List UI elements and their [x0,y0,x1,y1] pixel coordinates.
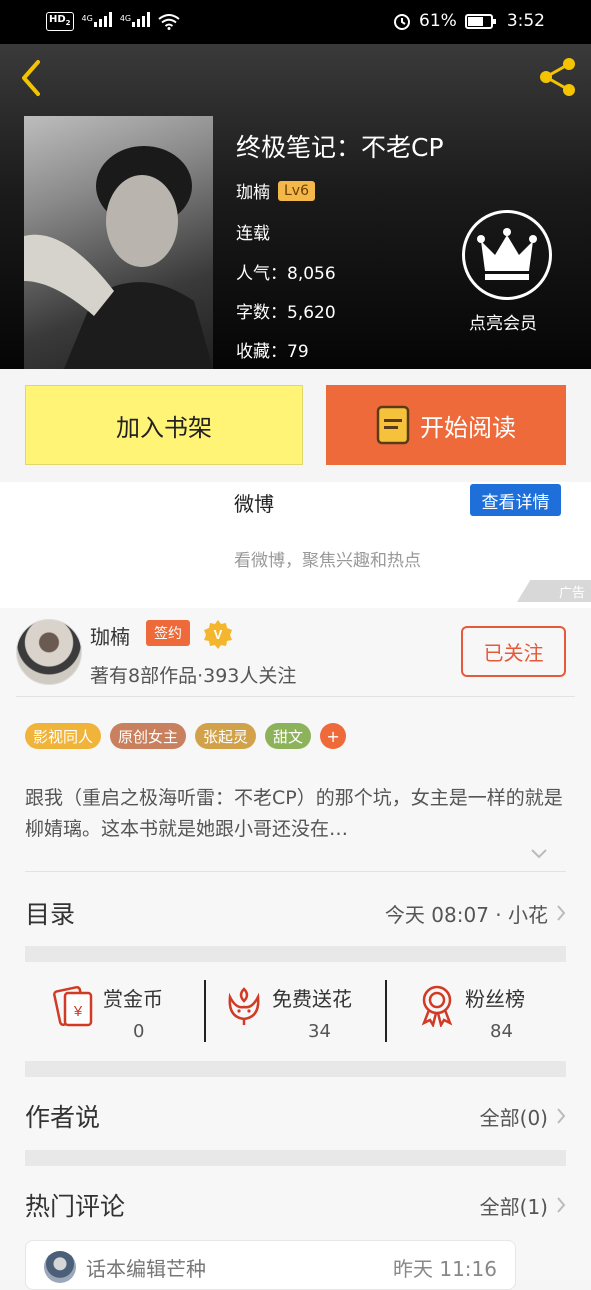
cover-portrait-image [24,146,213,369]
gift-value: 34 [308,1021,331,1042]
popularity-stat: 人气：8,056 [236,264,336,284]
start-reading-label: 开始阅读 [420,413,516,442]
author-avatar[interactable] [16,619,82,685]
battery-icon [464,13,496,29]
tag-item[interactable]: 张起灵 [195,723,257,749]
back-arrow-icon[interactable] [16,58,46,98]
signed-badge: 签约 [146,620,190,646]
gift-name: 赏金币 [103,987,163,1011]
synopsis-text: 跟我（重启之极海听雷：不老CP）的那个坑，女主是一样的就是柳婧璃。这本书就是她跟… [25,787,563,840]
hot-comments-count: 全部(1) [479,1195,548,1219]
vip-crown-button[interactable] [462,210,552,300]
ad-description: 看微博，聚焦兴趣和热点 [234,551,421,571]
svg-text:V: V [214,627,223,642]
favorites-stat: 收藏：79 [236,342,309,362]
catalog-row[interactable]: 目录 今天 08:07 · 小花 [25,883,566,939]
book-title: 终极笔记：不老CP [236,133,444,162]
more-tags-button[interactable]: + [320,723,347,749]
crown-icon [477,228,537,280]
word-count-stat: 字数：5,620 [236,303,336,323]
ad-tag: 广告 [517,580,591,602]
gift-name: 免费送花 [272,987,352,1011]
wifi-icon [158,13,180,30]
tag-item[interactable]: 甜文 [265,723,312,749]
divider [16,696,575,697]
send-flower-button[interactable]: 免费送花 34 [206,963,386,1063]
followed-button[interactable]: 已关注 [461,626,566,677]
gift-row: ¥ 赏金币 0 免费送花 34 粉丝榜 84 [25,963,566,1063]
author-says-row[interactable]: 作者说 全部(0) [25,1086,566,1142]
divider [25,871,566,872]
hot-comments-title: 热门评论 [25,1192,126,1221]
hot-comments-row[interactable]: 热门评论 全部(1) [25,1175,566,1231]
book-detail-body: 珈楠 签约 V 著有8部作品·393人关注 已关注 影视同人 原创女主 张起灵 … [0,608,591,1290]
gift-value: 0 [133,1021,145,1042]
book-icon [376,405,410,445]
expand-chevron-icon[interactable] [530,848,548,860]
section-separator [25,946,566,962]
red-envelope-icon: ¥ [53,985,93,1027]
share-icon[interactable] [537,56,579,98]
comment-card[interactable]: 话本编辑芒种 昨天 11:16 [25,1240,516,1290]
author-says-title: 作者说 [25,1103,101,1132]
tag-item[interactable]: 原创女主 [110,723,187,749]
status-bar: HD2 4G 4G 61% 3:52 [0,0,591,44]
ad-title: 微博 [234,492,274,516]
gift-value: 84 [490,1021,513,1042]
tag-item[interactable]: 影视同人 [25,723,102,749]
header-author-name: 珈楠 [236,183,270,203]
chevron-right-icon [557,1108,566,1124]
tag-list: 影视同人 原创女主 张起灵 甜文 + [25,723,347,749]
start-reading-button[interactable]: 开始阅读 [326,385,566,465]
gift-name: 粉丝榜 [465,987,525,1011]
author-name[interactable]: 珈楠 [90,621,130,650]
signal-icon-2: 4G [120,11,151,32]
add-to-shelf-button[interactable]: 加入书架 [25,385,303,465]
hd-icon: HD2 [46,12,74,31]
svg-text:¥: ¥ [73,1003,83,1020]
book-cover[interactable] [24,116,213,369]
commenter-avatar[interactable] [44,1251,76,1283]
commenter-name[interactable]: 话本编辑芒种 [86,1253,206,1282]
fan-ranking-button[interactable]: 粉丝榜 84 [387,963,566,1063]
weibo-ad-banner[interactable]: 微博 查看详情 看微博，聚焦兴趣和热点 广告 [0,482,591,608]
author-says-count: 全部(0) [479,1106,548,1130]
medal-icon [421,985,453,1027]
book-header: 终极笔记：不老CP 珈楠 Lv6 连载 人气：8,056 字数：5,620 收藏… [0,44,591,369]
chevron-right-icon [557,1197,566,1213]
level-badge: Lv6 [278,180,315,201]
battery-percent: 61% [419,11,457,31]
serial-status: 连载 [236,224,270,244]
verified-v-icon: V [204,620,232,649]
action-bar: 加入书架 开始阅读 [0,369,591,482]
chevron-right-icon [557,905,566,921]
vip-label[interactable]: 点亮会员 [469,309,537,334]
signal-icon: 4G [82,11,112,32]
alarm-icon [394,14,411,30]
ad-details-button[interactable]: 查看详情 [470,484,561,516]
header-author[interactable]: 珈楠 Lv6 [236,178,315,203]
reward-coins-button[interactable]: ¥ 赏金币 0 [25,963,205,1063]
section-separator [25,1150,566,1166]
clock: 3:52 [506,11,545,31]
flower-icon [228,987,260,1025]
catalog-title: 目录 [25,900,76,929]
author-info: 著有8部作品·393人关注 [90,665,297,687]
comment-time: 昨天 11:16 [393,1257,497,1281]
section-separator [25,1061,566,1077]
latest-chapter: 今天 08:07 · 小花 [384,903,548,927]
